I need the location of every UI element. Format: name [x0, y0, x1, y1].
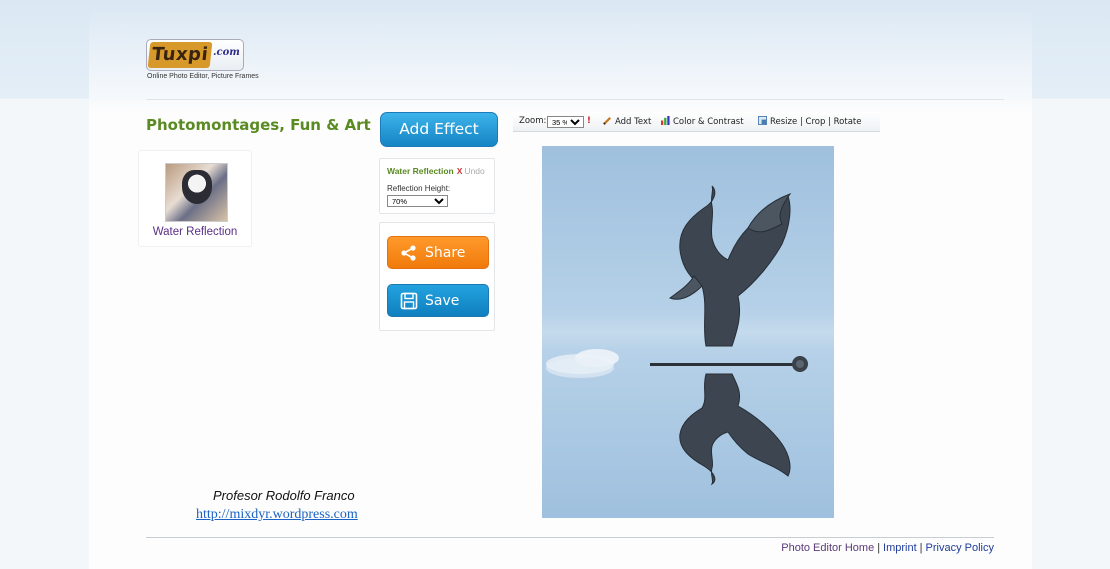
add-effect-button[interactable]: Add Effect: [380, 112, 498, 147]
footer-separator: |: [877, 542, 881, 554]
zoom-select[interactable]: 35 %: [547, 116, 584, 128]
share-save-panel: Share Save: [379, 222, 495, 331]
photo-editor-home-link[interactable]: Photo Editor Home: [781, 542, 874, 554]
save-label: Save: [425, 293, 460, 309]
tuxpi-logo[interactable]: Tuxpi .com: [146, 39, 244, 71]
effect-thumbnail-icon: [165, 163, 228, 222]
reflection-settings-panel: Water Reflection X Undo Reflection Height:…: [379, 158, 495, 214]
zoom-warning: !: [587, 116, 591, 126]
tagline: Online Photo Editor, Picture Frames: [147, 73, 259, 80]
color-bars-icon: [661, 116, 670, 125]
privacy-policy-link[interactable]: Privacy Policy: [926, 542, 994, 554]
resize-icon: [758, 116, 767, 125]
page-container: Tuxpi .com Online Photo Editor, Picture …: [89, 11, 1032, 569]
add-text-tool[interactable]: Add Text: [603, 116, 651, 127]
floppy-disk-icon: [400, 292, 418, 310]
logo-suffix: .com: [213, 47, 240, 58]
footer-links: Photo Editor Home | Imprint | Privacy Policy: [781, 542, 994, 554]
resize-link[interactable]: Resize: [770, 117, 797, 127]
toolbar-separator: |: [828, 117, 831, 127]
color-contrast-tool[interactable]: Color & Contrast: [661, 116, 744, 127]
imprint-link[interactable]: Imprint: [883, 542, 917, 554]
color-contrast-label: Color & Contrast: [673, 117, 744, 127]
share-icon: [401, 245, 416, 261]
resize-crop-rotate-tools: Resize | Crop | Rotate: [758, 116, 862, 127]
cat-thumbnail-icon: [182, 170, 212, 204]
photo-canvas[interactable]: [542, 146, 834, 518]
close-effect-button[interactable]: X: [457, 166, 463, 176]
rotate-link[interactable]: Rotate: [834, 117, 862, 127]
footer-separator: |: [919, 542, 923, 554]
share-button[interactable]: Share: [387, 236, 489, 269]
reflection-title: Water Reflection: [387, 166, 454, 176]
reflection-height-select[interactable]: 70%: [387, 195, 448, 207]
logo-wordmark: Tuxpi: [147, 42, 213, 68]
footer-divider: [146, 537, 994, 538]
credit-link[interactable]: http://mixdyr.wordpress.com: [196, 507, 358, 523]
save-button[interactable]: Save: [387, 284, 489, 317]
water-reflection-image: [546, 185, 808, 486]
header-divider: [146, 99, 1004, 100]
share-label: Share: [425, 245, 466, 261]
reflection-panel-title: Water Reflection X Undo: [387, 166, 485, 176]
effect-card-water-reflection[interactable]: Water Reflection: [138, 150, 252, 247]
pencil-icon: [603, 117, 611, 125]
editor-toolbar: Zoom: 35 % ! Add Text Color & Contrast R…: [513, 112, 880, 132]
reflection-height-label: Reflection Height:: [387, 184, 451, 193]
credit-name: Profesor Rodolfo Franco: [213, 488, 355, 503]
undo-button[interactable]: Undo: [464, 166, 484, 176]
effect-label: Water Reflection: [152, 226, 238, 238]
crop-link[interactable]: Crop: [806, 117, 826, 127]
toolbar-separator: |: [799, 117, 803, 127]
section-title: Photomontages, Fun & Art: [146, 116, 371, 134]
zoom-label: Zoom:: [519, 116, 547, 126]
add-text-label: Add Text: [615, 117, 652, 127]
